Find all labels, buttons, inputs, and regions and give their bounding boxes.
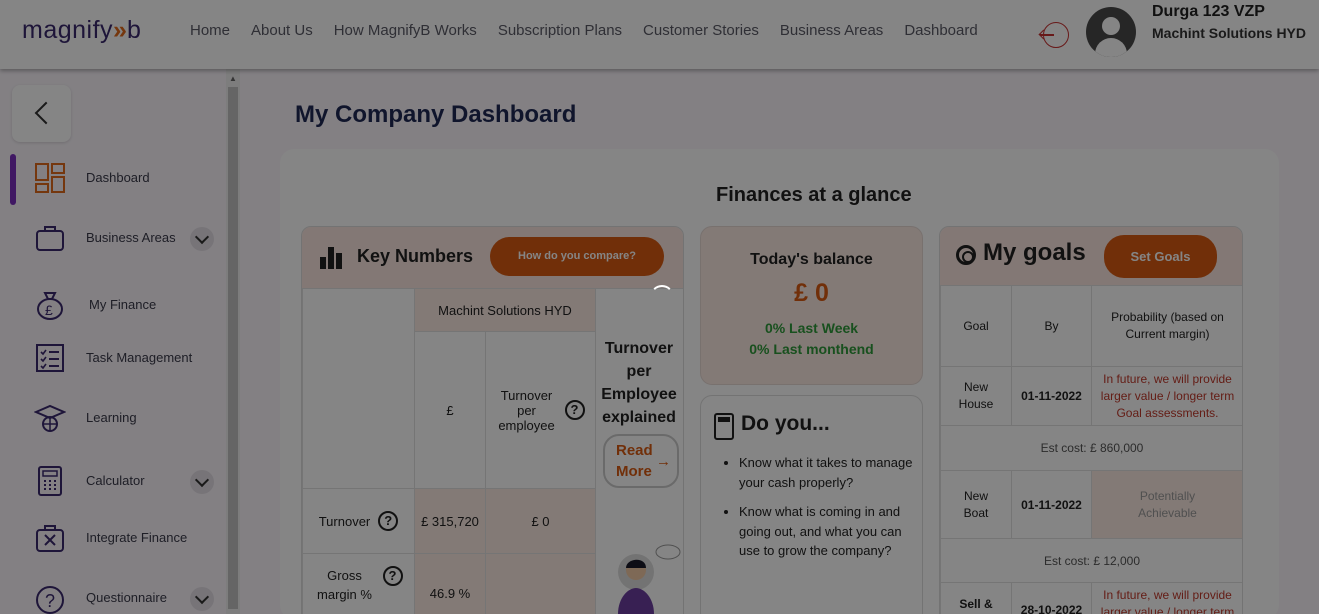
loading-spinner-icon — [650, 285, 674, 309]
